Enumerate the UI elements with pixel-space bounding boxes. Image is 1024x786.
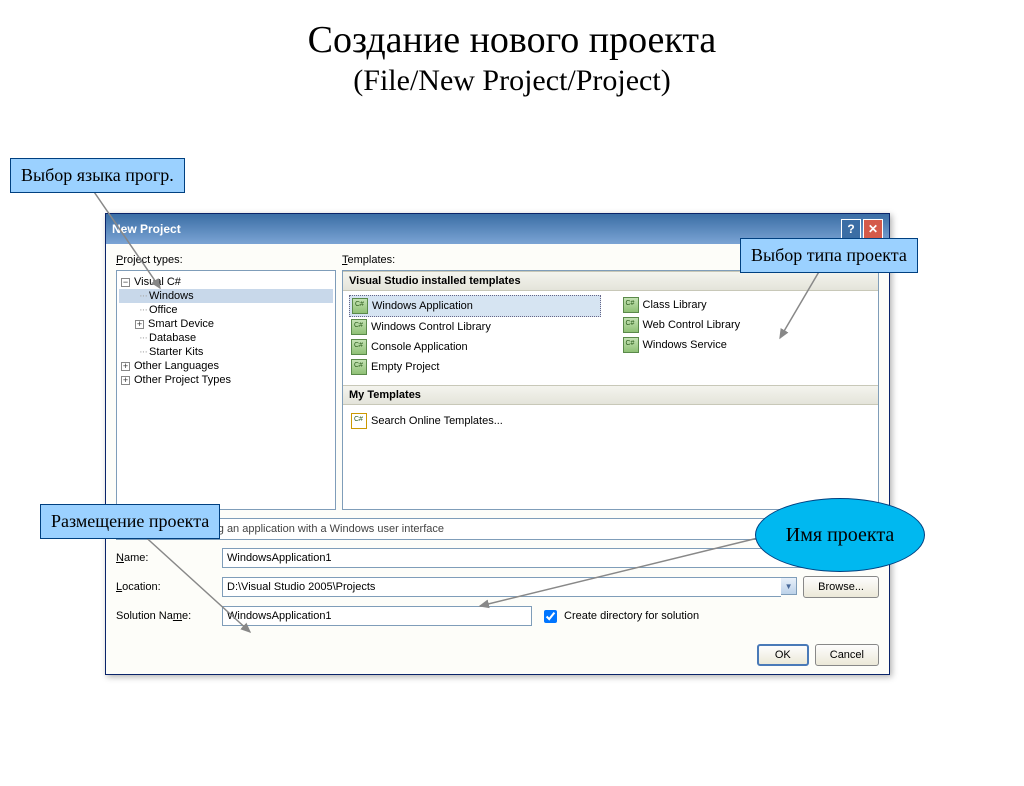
name-label: Name: xyxy=(116,552,216,564)
tree-item[interactable]: + Smart Device xyxy=(119,317,333,331)
project-types-label: Project types: xyxy=(116,254,336,266)
tree-label: Starter Kits xyxy=(149,346,203,358)
tree-item[interactable]: + Other Project Types xyxy=(119,373,333,387)
tree-item[interactable]: ··· Starter Kits xyxy=(119,345,333,359)
template-item[interactable]: Empty Project xyxy=(349,357,601,377)
collapse-icon[interactable]: − xyxy=(121,278,130,287)
template-label: Windows Control Library xyxy=(371,321,491,333)
template-label: Search Online Templates... xyxy=(371,415,503,427)
tree-item-windows[interactable]: ··· Windows xyxy=(119,289,333,303)
csharp-icon xyxy=(623,337,639,353)
templates-section-my: My Templates xyxy=(343,385,878,405)
template-item[interactable]: Web Control Library xyxy=(621,315,873,335)
expand-icon[interactable]: + xyxy=(121,362,130,371)
tree-item[interactable]: + Other Languages xyxy=(119,359,333,373)
tree-label: Windows xyxy=(149,290,194,302)
tree-label: Office xyxy=(149,304,178,316)
tree-label: Other Languages xyxy=(134,360,219,372)
search-icon xyxy=(351,413,367,429)
slide-title: Создание нового проекта xyxy=(0,18,1024,62)
template-search-online[interactable]: Search Online Templates... xyxy=(349,411,872,431)
expand-icon[interactable]: + xyxy=(121,376,130,385)
new-project-dialog: New Project ? ✕ Project types: − Visual … xyxy=(105,213,890,675)
slide-subtitle: (File/New Project/Project) xyxy=(0,64,1024,98)
cancel-button[interactable]: Cancel xyxy=(815,644,879,666)
annotation-project-name: Имя проекта xyxy=(755,498,925,572)
template-item[interactable]: Windows Service xyxy=(621,335,873,355)
create-dir-label: Create directory for solution xyxy=(564,610,699,622)
tree-item[interactable]: ··· Database xyxy=(119,331,333,345)
csharp-icon xyxy=(352,298,368,314)
location-label: Location: xyxy=(116,581,216,593)
templates-section-installed: Visual Studio installed templates xyxy=(343,271,878,291)
annotation-placement: Размещение проекта xyxy=(40,504,220,539)
template-label: Console Application xyxy=(371,341,468,353)
tree-label: Database xyxy=(149,332,196,344)
project-types-tree[interactable]: − Visual C# ··· Windows ··· Office + xyxy=(116,270,336,510)
tree-item[interactable]: − Visual C# xyxy=(119,275,333,289)
csharp-icon xyxy=(351,359,367,375)
tree-label: Other Project Types xyxy=(134,374,231,386)
templates-list[interactable]: Visual Studio installed templates Window… xyxy=(342,270,879,510)
create-dir-checkbox[interactable] xyxy=(544,610,557,623)
template-item-windows-app[interactable]: Windows Application xyxy=(349,295,601,317)
annotation-project-name-text: Имя проекта xyxy=(786,524,894,547)
csharp-icon xyxy=(351,339,367,355)
template-item[interactable]: Console Application xyxy=(349,337,601,357)
solution-name-input[interactable] xyxy=(222,606,532,626)
tree-label: Visual C# xyxy=(134,276,181,288)
csharp-icon xyxy=(623,317,639,333)
browse-button[interactable]: Browse... xyxy=(803,576,879,598)
template-label: Web Control Library xyxy=(643,319,741,331)
close-button[interactable]: ✕ xyxy=(863,219,883,239)
template-label: Empty Project xyxy=(371,361,439,373)
location-input[interactable] xyxy=(222,577,781,597)
location-dropdown[interactable]: ▼ xyxy=(781,577,797,595)
tree-item[interactable]: ··· Office xyxy=(119,303,333,317)
annotation-project-type: Выбор типа проекта xyxy=(740,238,918,273)
ok-button[interactable]: OK xyxy=(757,644,809,666)
solution-name-label: Solution Name: xyxy=(116,610,216,622)
csharp-icon xyxy=(623,297,639,313)
template-item[interactable]: Class Library xyxy=(621,295,873,315)
tree-label: Smart Device xyxy=(148,318,214,330)
dialog-title: New Project xyxy=(112,222,181,236)
expand-icon[interactable]: + xyxy=(135,320,144,329)
template-label: Class Library xyxy=(643,299,707,311)
help-button[interactable]: ? xyxy=(841,219,861,239)
csharp-icon xyxy=(351,319,367,335)
annotation-lang-select: Выбор языка прогр. xyxy=(10,158,185,193)
template-item[interactable]: Windows Control Library xyxy=(349,317,601,337)
template-label: Windows Service xyxy=(643,339,727,351)
template-label: Windows Application xyxy=(372,300,473,312)
